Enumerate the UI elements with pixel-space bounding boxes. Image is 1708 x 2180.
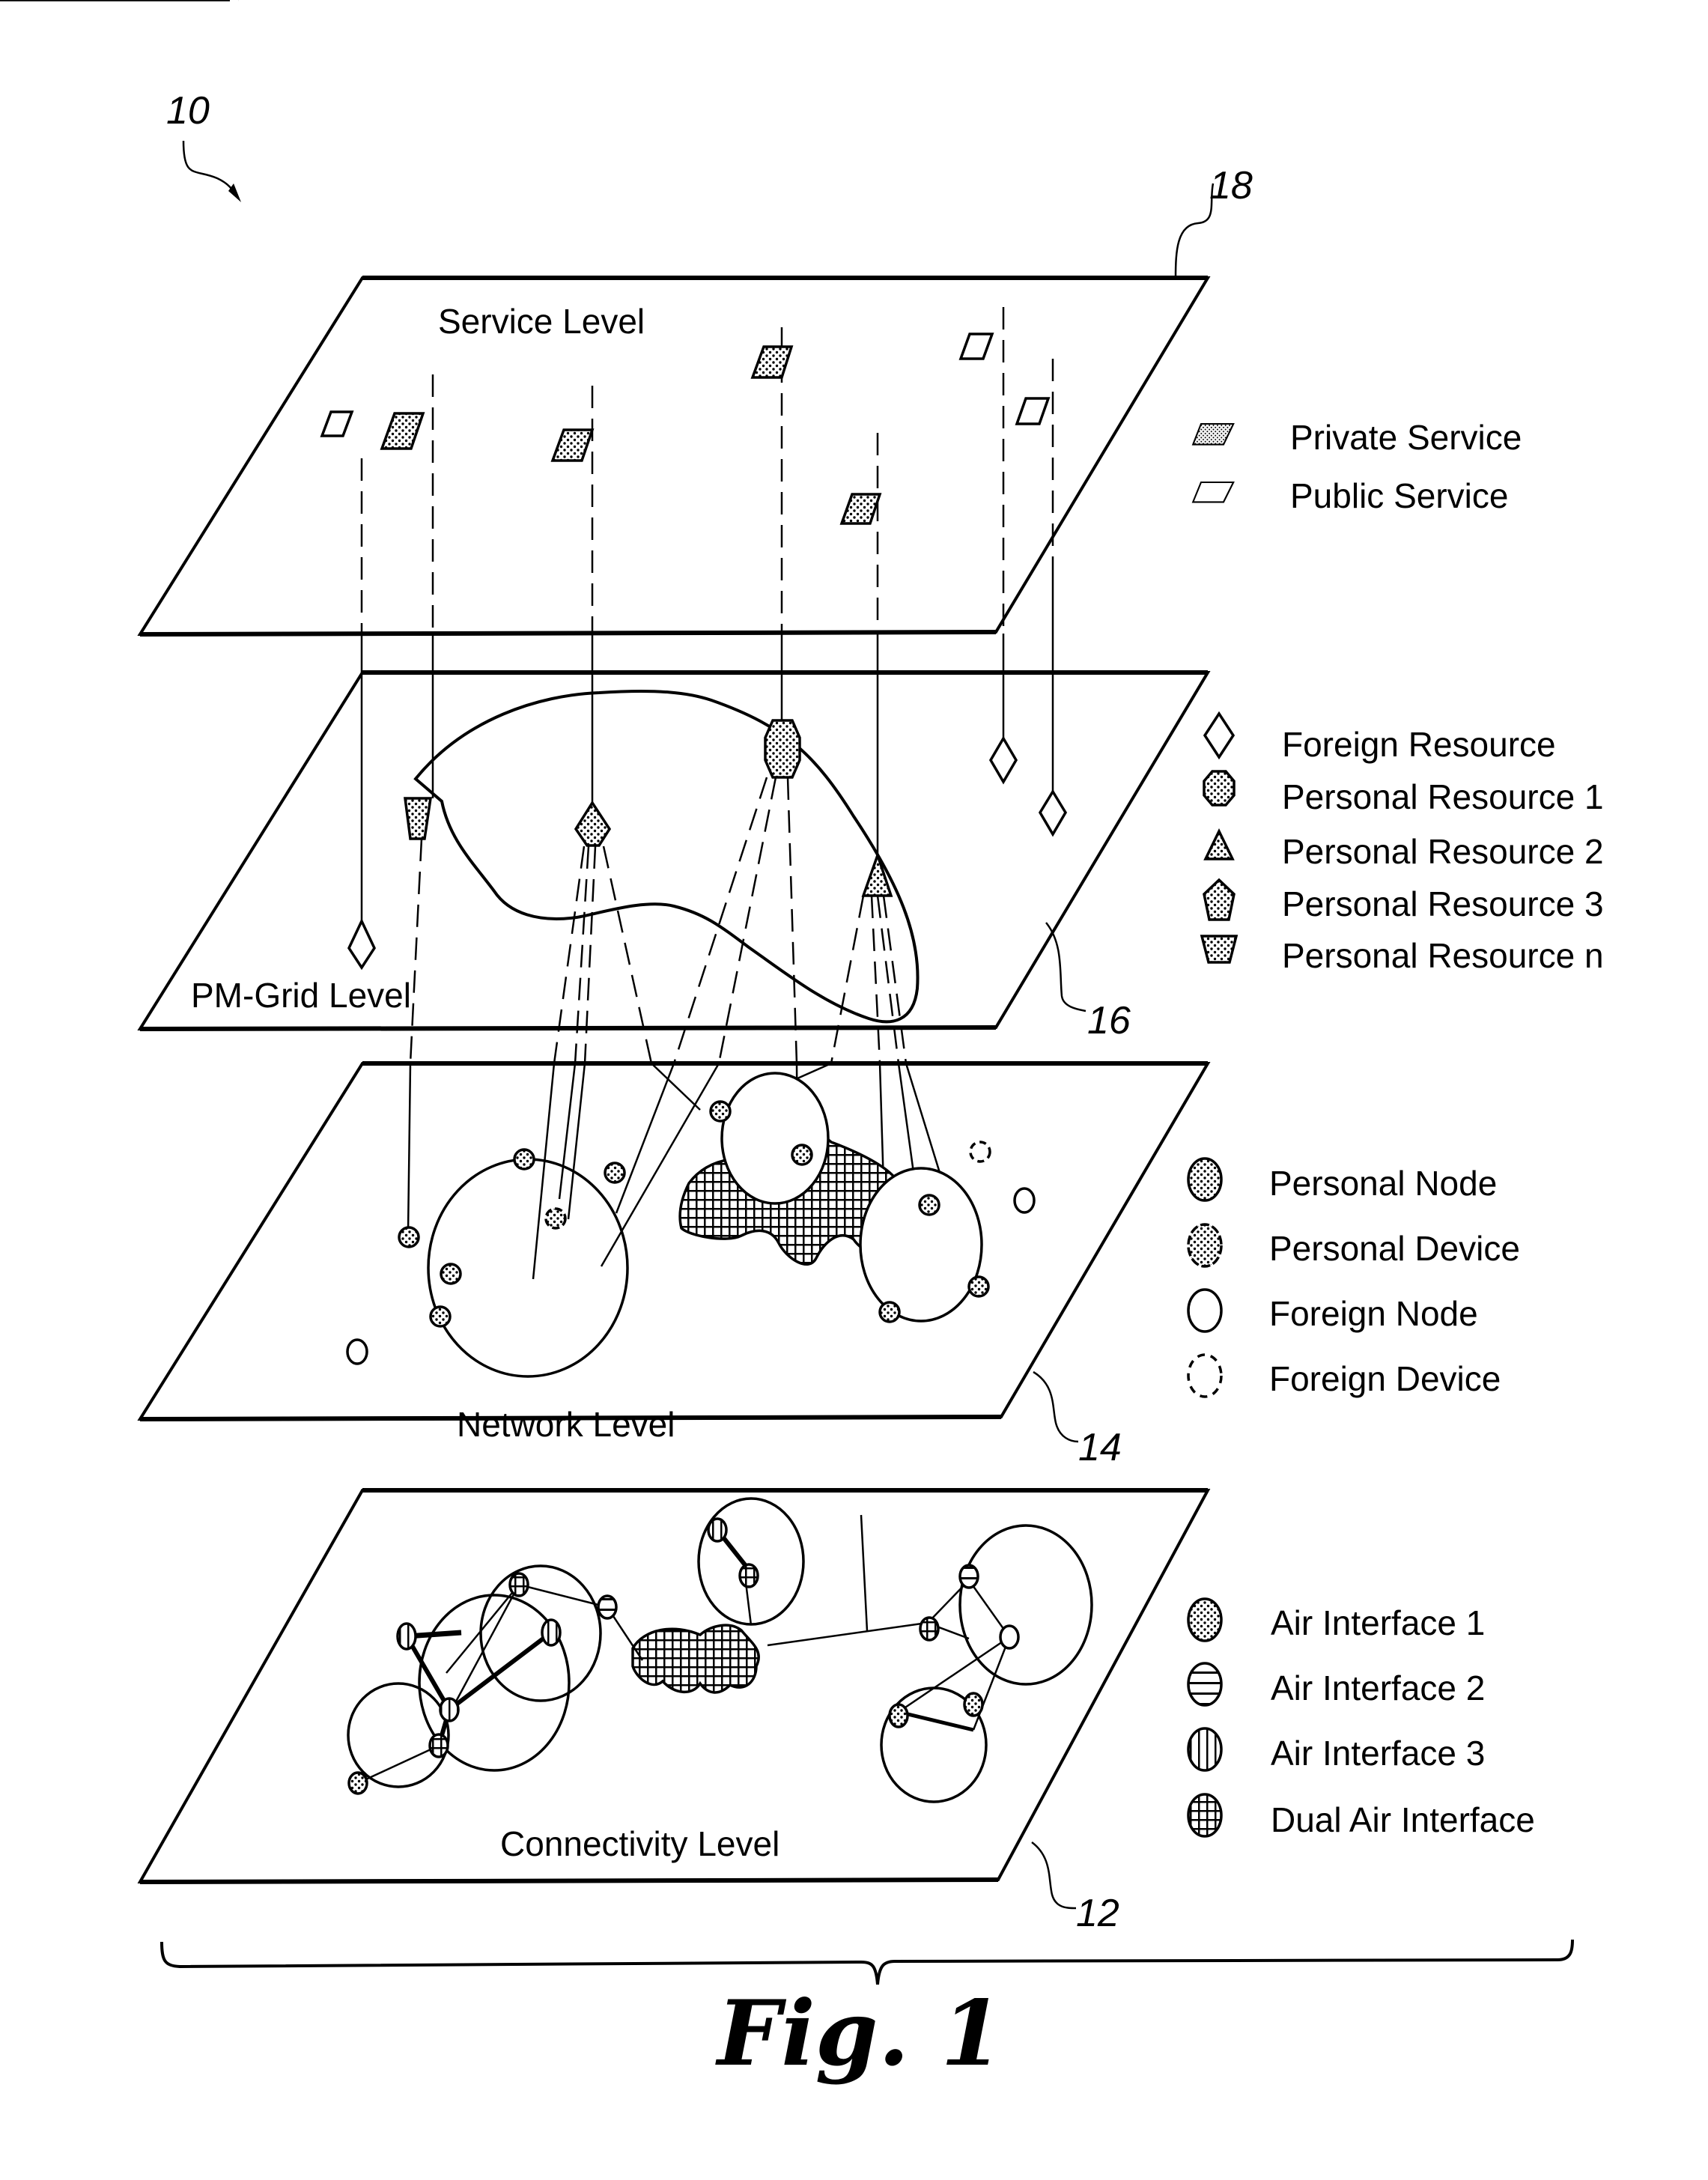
legend-label: Personal Resource 1 bbox=[1282, 777, 1604, 816]
legend-service: Private Service Public Service bbox=[1191, 418, 1522, 515]
legend-label: Dual Air Interface bbox=[1271, 1800, 1535, 1839]
pmgrid-level-plane: PM-Grid Level 16 bbox=[137, 670, 1211, 1042]
legend-label: Personal Resource 3 bbox=[1282, 884, 1604, 923]
foreign-node-icon bbox=[999, 1624, 1020, 1650]
ref-leader-18 bbox=[1174, 183, 1215, 279]
air-interface-3-icon bbox=[396, 1622, 417, 1651]
legend-air-interface-2-icon bbox=[1187, 1662, 1223, 1707]
service-plane bbox=[137, 276, 1211, 637]
air-interface-3-icon bbox=[439, 1697, 460, 1722]
system-reference: 10 bbox=[166, 89, 241, 202]
air-interface-1-icon bbox=[963, 1692, 984, 1717]
ref-leader-14 bbox=[1033, 1370, 1079, 1443]
legend-private-service-icon bbox=[1191, 422, 1235, 446]
air-interface-2-icon bbox=[958, 1564, 979, 1589]
legend-personal-resource-n-icon bbox=[1200, 935, 1239, 964]
legend-label: Personal Resource n bbox=[1282, 936, 1604, 975]
legend-personal-device-icon bbox=[1187, 1223, 1223, 1268]
architecture-diagram: 10 Service Level 18 PM-Grid Level 16 Net… bbox=[0, 0, 1604, 2086]
personal-resource-1-icon bbox=[764, 719, 801, 779]
personal-node-icon bbox=[440, 1263, 462, 1285]
level-label-network: Network Level bbox=[457, 1405, 675, 1444]
air-interface-1-icon bbox=[347, 1771, 368, 1795]
network-level-plane: Network Level 14 bbox=[137, 1061, 1211, 1469]
air-interface-3-icon bbox=[541, 1618, 562, 1647]
legend-label: Personal Resource 2 bbox=[1282, 832, 1604, 871]
legend-label: Air Interface 2 bbox=[1271, 1669, 1485, 1707]
legend-foreign-node-icon bbox=[1187, 1288, 1223, 1333]
level-label-connectivity: Connectivity Level bbox=[500, 1824, 779, 1863]
dual-air-interface-icon bbox=[508, 1572, 529, 1597]
legend-personal-resource-1-icon bbox=[1203, 770, 1236, 807]
level-ref-connectivity: 12 bbox=[1076, 1892, 1119, 1935]
foreign-node-icon bbox=[346, 1338, 368, 1365]
legend-label: Private Service bbox=[1290, 418, 1522, 457]
connectivity-cloud bbox=[631, 1624, 760, 1694]
level-label-service: Service Level bbox=[438, 302, 645, 341]
legend-label: Foreign Resource bbox=[1282, 725, 1556, 764]
legend-personal-node-icon bbox=[1187, 1157, 1223, 1202]
personal-node-icon bbox=[709, 1100, 732, 1123]
network-plane bbox=[137, 1062, 1211, 1421]
personal-network-cluster bbox=[720, 1072, 830, 1205]
grouping-brace bbox=[160, 1939, 1574, 1985]
personal-node-icon bbox=[398, 1226, 420, 1248]
legend-connectivity: Air Interface 1 Air Interface 2 Air Inte… bbox=[1187, 1597, 1535, 1839]
legend-public-service-icon bbox=[1191, 481, 1235, 503]
personal-node-icon bbox=[429, 1305, 452, 1328]
legend-label: Air Interface 3 bbox=[1271, 1734, 1485, 1773]
legend-pmgrid: Foreign Resource Personal Resource 1 Per… bbox=[1200, 711, 1604, 975]
level-ref-service: 18 bbox=[1209, 164, 1253, 207]
foreign-node-icon bbox=[1013, 1187, 1036, 1214]
legend-network: Personal Node Personal Device Foreign No… bbox=[1187, 1157, 1520, 1398]
personal-node-icon bbox=[967, 1275, 990, 1298]
personal-resource-n-icon bbox=[404, 797, 433, 840]
connectivity-level-plane: Connectivity Level 12 bbox=[137, 1488, 1211, 1935]
level-ref-pmgrid: 16 bbox=[1087, 999, 1131, 1042]
ref-leader-12 bbox=[1031, 1841, 1077, 1910]
dual-air-interface-icon bbox=[919, 1616, 940, 1642]
figure-caption: Fig. 1 bbox=[715, 1981, 1003, 2086]
legend-dual-air-interface-icon bbox=[1187, 1793, 1223, 1838]
legend-label: Personal Node bbox=[1269, 1164, 1497, 1203]
personal-device-icon bbox=[544, 1207, 567, 1230]
level-label-pmgrid: PM-Grid Level bbox=[191, 976, 411, 1015]
legend-label: Public Service bbox=[1290, 476, 1508, 515]
legend-foreign-resource-icon bbox=[1203, 711, 1236, 760]
service-level-plane: Service Level 18 bbox=[137, 164, 1253, 637]
system-ref-number: 10 bbox=[166, 89, 210, 133]
air-interface-1-icon bbox=[888, 1703, 909, 1728]
personal-node-icon bbox=[918, 1194, 940, 1216]
personal-node-icon bbox=[791, 1144, 813, 1166]
legend-label: Air Interface 1 bbox=[1271, 1603, 1485, 1642]
air-interface-3-icon bbox=[707, 1517, 728, 1543]
personal-node-icon bbox=[513, 1148, 535, 1171]
legend-foreign-device-icon bbox=[1187, 1353, 1223, 1398]
air-interface-2-icon bbox=[597, 1594, 618, 1620]
dual-air-interface-icon bbox=[738, 1563, 759, 1588]
legend-personal-resource-2-icon bbox=[1203, 828, 1235, 860]
personal-node-icon bbox=[878, 1301, 901, 1323]
dual-air-interface-icon bbox=[428, 1733, 449, 1758]
personal-node-icon bbox=[604, 1162, 626, 1184]
level-ref-network: 14 bbox=[1078, 1426, 1122, 1469]
legend-personal-resource-3-icon bbox=[1203, 878, 1236, 921]
legend-air-interface-1-icon bbox=[1187, 1597, 1223, 1642]
legend-air-interface-3-icon bbox=[1187, 1727, 1223, 1772]
legend-label: Foreign Node bbox=[1269, 1294, 1478, 1333]
legend-label: Foreign Device bbox=[1269, 1359, 1501, 1398]
legend-label: Personal Device bbox=[1269, 1229, 1520, 1268]
personal-network-cluster bbox=[859, 1167, 983, 1323]
